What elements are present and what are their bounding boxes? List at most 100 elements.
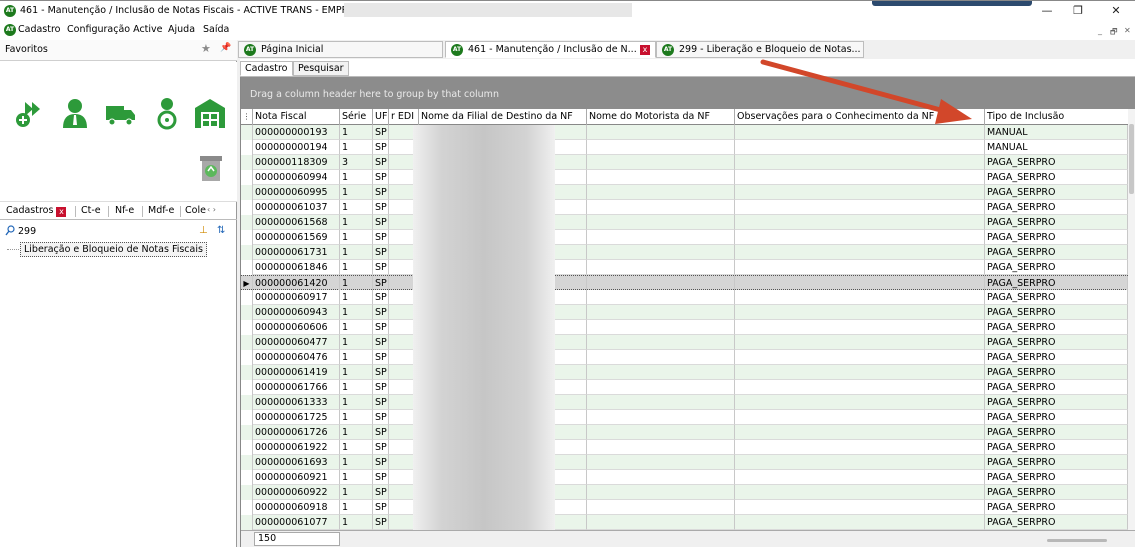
cell-serie[interactable]: 1 — [340, 230, 373, 245]
cell-observacoes[interactable] — [735, 230, 985, 245]
cell-tipo-inclusao[interactable]: PAGA_SERPRO — [985, 276, 1128, 291]
table-row[interactable]: 000000061725 1 SP PAGA_SERPRO — [241, 410, 1128, 425]
cell-serie[interactable]: 1 — [340, 276, 373, 291]
row-indicator[interactable] — [241, 470, 253, 485]
cell-motorista[interactable] — [587, 185, 735, 200]
cell-nota-fiscal[interactable]: 000000061922 — [253, 440, 340, 455]
recycle-bin-icon[interactable] — [196, 153, 226, 183]
star-icon[interactable]: ★ — [201, 42, 211, 55]
menu-ajuda[interactable]: Ajuda — [168, 24, 195, 35]
cell-motorista[interactable] — [587, 440, 735, 455]
truck-add-icon[interactable] — [13, 96, 47, 130]
col-observacoes[interactable]: Observações para o Conhecimento da NF — [735, 109, 985, 125]
cell-uf[interactable]: SP — [373, 230, 389, 245]
cell-serie[interactable]: 1 — [340, 140, 373, 155]
cell-uf[interactable]: SP — [373, 155, 389, 170]
cell-nota-fiscal[interactable]: 000000060994 — [253, 170, 340, 185]
cell-observacoes[interactable] — [735, 290, 985, 305]
cell-observacoes[interactable] — [735, 320, 985, 335]
table-row[interactable]: 000000118309 3 SP PAGA_SERPRO — [241, 155, 1128, 170]
row-indicator[interactable] — [241, 485, 253, 500]
cell-motorista[interactable] — [587, 380, 735, 395]
cell-serie[interactable]: 1 — [340, 515, 373, 530]
row-indicator[interactable] — [241, 515, 253, 530]
table-row-selected[interactable]: ▶ 000000061420 1 SP PAGA_SERPRO — [241, 275, 1128, 291]
cell-tipo-inclusao[interactable]: PAGA_SERPRO — [985, 230, 1128, 245]
tab-cadastro[interactable]: Cadastro — [240, 61, 293, 76]
table-row[interactable]: 000000061922 1 SP PAGA_SERPRO — [241, 440, 1128, 455]
cell-tipo-inclusao[interactable]: PAGA_SERPRO — [985, 380, 1128, 395]
cell-serie[interactable]: 1 — [340, 470, 373, 485]
cell-nota-fiscal[interactable]: 000000061569 — [253, 230, 340, 245]
cell-observacoes[interactable] — [735, 140, 985, 155]
tab-nfe[interactable]: Nf-e — [115, 205, 134, 216]
menu-cadastro[interactable]: Cadastro — [18, 24, 61, 35]
clear-filter-icon[interactable]: ⊥ — [199, 225, 208, 236]
cell-observacoes[interactable] — [735, 395, 985, 410]
cell-serie[interactable]: 1 — [340, 335, 373, 350]
cell-uf[interactable]: SP — [373, 245, 389, 260]
cell-observacoes[interactable] — [735, 470, 985, 485]
tree-item-liberacao[interactable]: Liberação e Bloqueio de Notas Fiscais — [20, 242, 207, 257]
cell-tipo-inclusao[interactable]: PAGA_SERPRO — [985, 335, 1128, 350]
table-row[interactable]: 000000060922 1 SP PAGA_SERPRO — [241, 485, 1128, 500]
table-row[interactable]: 000000060943 1 SP PAGA_SERPRO — [241, 305, 1128, 320]
cell-uf[interactable]: SP — [373, 365, 389, 380]
cell-nota-fiscal[interactable]: 000000060606 — [253, 320, 340, 335]
cell-serie[interactable]: 1 — [340, 410, 373, 425]
row-indicator[interactable] — [241, 170, 253, 185]
cell-observacoes[interactable] — [735, 170, 985, 185]
cell-serie[interactable]: 1 — [340, 455, 373, 470]
cell-serie[interactable]: 1 — [340, 380, 373, 395]
row-indicator[interactable] — [241, 320, 253, 335]
cell-observacoes[interactable] — [735, 410, 985, 425]
table-row[interactable]: 000000000194 1 SP MANUAL — [241, 140, 1128, 155]
pin-icon[interactable]: 📌 — [220, 43, 231, 53]
cell-nota-fiscal[interactable]: 000000061693 — [253, 455, 340, 470]
cell-nota-fiscal[interactable]: 000000000194 — [253, 140, 340, 155]
column-chooser-icon[interactable]: ⋮ — [241, 109, 253, 125]
row-indicator[interactable] — [241, 380, 253, 395]
menu-configuracao[interactable]: Configuração Active — [67, 24, 163, 35]
cell-motorista[interactable] — [587, 125, 735, 140]
cell-uf[interactable]: SP — [373, 455, 389, 470]
restore-button[interactable]: ❐ — [1070, 4, 1086, 18]
cell-uf[interactable]: SP — [373, 170, 389, 185]
driver-icon[interactable] — [150, 96, 184, 130]
cell-uf[interactable]: SP — [373, 200, 389, 215]
cell-observacoes[interactable] — [735, 365, 985, 380]
table-row[interactable]: 000000060994 1 SP PAGA_SERPRO — [241, 170, 1128, 185]
doc-tab-461[interactable]: AT 461 - Manutenção / Inclusão de N... x — [445, 41, 656, 58]
cell-serie[interactable]: 1 — [340, 320, 373, 335]
cell-motorista[interactable] — [587, 305, 735, 320]
cell-uf[interactable]: SP — [373, 500, 389, 515]
cell-observacoes[interactable] — [735, 245, 985, 260]
cell-observacoes[interactable] — [735, 125, 985, 140]
cell-nota-fiscal[interactable]: 000000061846 — [253, 260, 340, 275]
cell-observacoes[interactable] — [735, 200, 985, 215]
cell-motorista[interactable] — [587, 410, 735, 425]
cell-motorista[interactable] — [587, 290, 735, 305]
cell-serie[interactable]: 1 — [340, 215, 373, 230]
table-row[interactable]: 000000061077 1 SP PAGA_SERPRO — [241, 515, 1128, 530]
table-row[interactable]: 000000061333 1 SP PAGA_SERPRO — [241, 395, 1128, 410]
cell-nota-fiscal[interactable]: 000000061766 — [253, 380, 340, 395]
cell-nota-fiscal[interactable]: 000000060995 — [253, 185, 340, 200]
cell-nota-fiscal[interactable]: 000000061725 — [253, 410, 340, 425]
col-edi[interactable]: r EDI — [389, 109, 419, 125]
cell-uf[interactable]: SP — [373, 305, 389, 320]
cell-serie[interactable]: 1 — [340, 170, 373, 185]
table-row[interactable]: 000000060918 1 SP PAGA_SERPRO — [241, 500, 1128, 515]
cell-uf[interactable]: SP — [373, 440, 389, 455]
table-row[interactable]: 000000061037 1 SP PAGA_SERPRO — [241, 200, 1128, 215]
row-indicator[interactable] — [241, 290, 253, 305]
cell-serie[interactable]: 1 — [340, 125, 373, 140]
row-indicator[interactable] — [241, 245, 253, 260]
cell-serie[interactable]: 1 — [340, 485, 373, 500]
cell-observacoes[interactable] — [735, 350, 985, 365]
cell-uf[interactable]: SP — [373, 125, 389, 140]
cell-observacoes[interactable] — [735, 260, 985, 275]
cell-observacoes[interactable] — [735, 380, 985, 395]
cell-motorista[interactable] — [587, 455, 735, 470]
cell-motorista[interactable] — [587, 485, 735, 500]
